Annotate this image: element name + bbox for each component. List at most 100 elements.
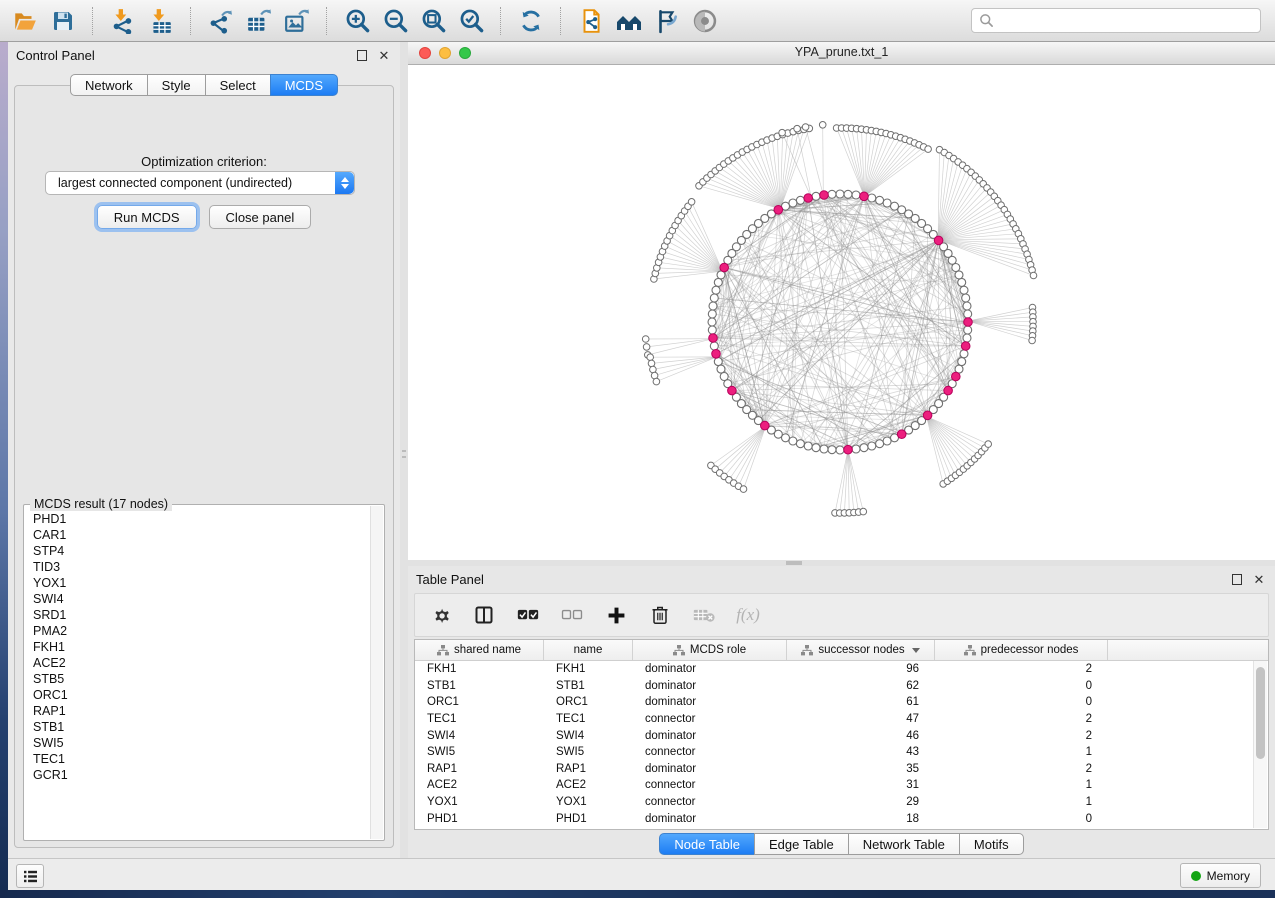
network-node[interactable]: [958, 278, 966, 286]
network-dominator-node[interactable]: [923, 411, 932, 420]
network-node[interactable]: [964, 310, 972, 318]
list-item[interactable]: STP4: [25, 543, 371, 559]
network-canvas[interactable]: [408, 65, 1275, 561]
tab-select[interactable]: Select: [205, 74, 271, 96]
network-satellite-node[interactable]: [648, 360, 655, 367]
column-header-MCDS-role[interactable]: MCDS role: [633, 640, 787, 660]
export-network-icon[interactable]: [204, 4, 238, 38]
list-item[interactable]: TEC1: [25, 751, 371, 767]
network-node[interactable]: [844, 190, 852, 198]
table-row[interactable]: TEC1TEC1connector472: [415, 711, 1268, 728]
column-split-icon[interactable]: [473, 603, 495, 627]
float-table-panel-icon[interactable]: [1229, 571, 1245, 587]
table-row[interactable]: ORC1ORC1dominator610: [415, 694, 1268, 711]
network-node[interactable]: [782, 434, 790, 442]
export-table-icon[interactable]: [242, 4, 276, 38]
network-node[interactable]: [714, 278, 722, 286]
new-network-from-selection-icon[interactable]: [574, 4, 608, 38]
tab-style[interactable]: Style: [147, 74, 206, 96]
network-satellite-node[interactable]: [819, 122, 826, 129]
network-node[interactable]: [955, 271, 963, 279]
network-node[interactable]: [962, 294, 970, 302]
refresh-layout-icon[interactable]: [514, 4, 548, 38]
column-header-name[interactable]: name: [544, 640, 633, 660]
network-dominator-node[interactable]: [820, 191, 829, 200]
add-icon[interactable]: [605, 603, 627, 627]
network-node[interactable]: [876, 196, 884, 204]
column-header-successor-nodes[interactable]: successor nodes: [787, 640, 935, 660]
network-node[interactable]: [860, 444, 868, 452]
network-node[interactable]: [789, 437, 797, 445]
table-delete-icon[interactable]: [693, 603, 715, 627]
network-node[interactable]: [836, 190, 844, 198]
list-item[interactable]: TID3: [25, 559, 371, 575]
network-node[interactable]: [820, 445, 828, 453]
table-row[interactable]: SWI5SWI5connector431: [415, 744, 1268, 761]
network-node[interactable]: [717, 365, 725, 373]
open-session-icon[interactable]: [8, 4, 42, 38]
network-node[interactable]: [964, 326, 972, 334]
table-row[interactable]: RAP1RAP1dominator352: [415, 761, 1268, 778]
list-item[interactable]: SWI4: [25, 591, 371, 607]
zoom-in-icon[interactable]: [340, 4, 374, 38]
network-node[interactable]: [714, 358, 722, 366]
tab-node-table[interactable]: Node Table: [659, 833, 755, 855]
network-node[interactable]: [883, 199, 891, 207]
deselect-all-icon[interactable]: [561, 603, 583, 627]
list-item[interactable]: CAR1: [25, 527, 371, 543]
network-node[interactable]: [804, 442, 812, 450]
network-node[interactable]: [960, 286, 968, 294]
vertical-splitter[interactable]: [400, 42, 408, 858]
network-satellite-node[interactable]: [802, 124, 809, 131]
network-node[interactable]: [960, 350, 968, 358]
network-dominator-node[interactable]: [952, 372, 961, 381]
network-dominator-node[interactable]: [761, 421, 770, 430]
network-node[interactable]: [852, 191, 860, 199]
close-panel-icon[interactable]: ✕: [376, 47, 392, 63]
import-network-icon[interactable]: [106, 4, 140, 38]
tab-motifs[interactable]: Motifs: [959, 833, 1024, 855]
list-item[interactable]: SRD1: [25, 607, 371, 623]
network-node[interactable]: [868, 442, 876, 450]
list-item[interactable]: STB5: [25, 671, 371, 687]
close-panel-button[interactable]: Close panel: [209, 205, 312, 229]
network-dominator-node[interactable]: [720, 263, 729, 272]
import-table-icon[interactable]: [144, 4, 178, 38]
network-dominator-node[interactable]: [961, 342, 970, 351]
network-satellite-node[interactable]: [642, 336, 649, 343]
tab-network[interactable]: Network: [70, 74, 148, 96]
network-satellite-node[interactable]: [643, 344, 650, 351]
list-item[interactable]: STB1: [25, 719, 371, 735]
network-node[interactable]: [891, 202, 899, 210]
network-title-bar[interactable]: YPA_prune.txt_1: [408, 42, 1275, 65]
network-satellite-node[interactable]: [650, 366, 657, 373]
network-satellite-node[interactable]: [653, 378, 660, 385]
network-node[interactable]: [709, 302, 717, 310]
network-dominator-node[interactable]: [844, 445, 853, 454]
network-node[interactable]: [963, 302, 971, 310]
network-node[interactable]: [708, 310, 716, 318]
network-dominator-node[interactable]: [944, 386, 953, 395]
network-node[interactable]: [789, 199, 797, 207]
network-satellite-node[interactable]: [860, 508, 867, 515]
network-dominator-node[interactable]: [934, 236, 943, 245]
network-node[interactable]: [710, 342, 718, 350]
network-dominator-node[interactable]: [728, 386, 737, 395]
network-satellite-node[interactable]: [925, 146, 932, 153]
list-item[interactable]: GCR1: [25, 767, 371, 783]
network-node[interactable]: [796, 440, 804, 448]
column-header-shared-name[interactable]: shared name: [415, 640, 544, 660]
table-row[interactable]: STB1STB1dominator620: [415, 678, 1268, 695]
table-row[interactable]: ACE2ACE2connector311: [415, 777, 1268, 794]
network-dominator-node[interactable]: [897, 430, 906, 439]
close-table-panel-icon[interactable]: ✕: [1251, 571, 1267, 587]
network-node[interactable]: [876, 440, 884, 448]
network-node[interactable]: [796, 196, 804, 204]
float-panel-icon[interactable]: [354, 47, 370, 63]
network-satellite-node[interactable]: [794, 125, 801, 132]
list-item[interactable]: YOX1: [25, 575, 371, 591]
delete-icon[interactable]: [649, 603, 671, 627]
network-node[interactable]: [852, 445, 860, 453]
export-image-icon[interactable]: [280, 4, 314, 38]
houses-icon[interactable]: [612, 4, 646, 38]
